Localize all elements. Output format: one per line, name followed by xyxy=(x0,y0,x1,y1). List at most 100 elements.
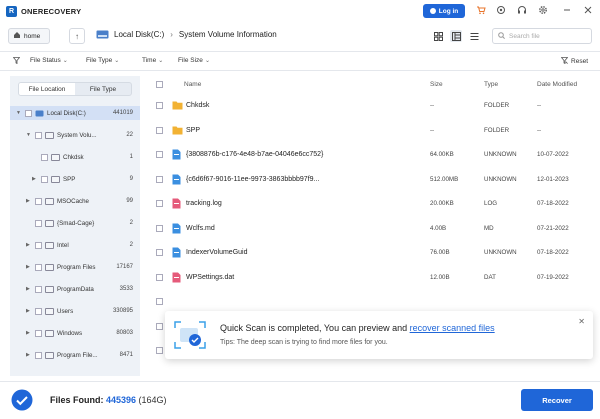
breadcrumb: Local Disk(C:) › System Volume Informati… xyxy=(96,30,277,39)
toast-close-icon[interactable]: ✕ xyxy=(578,317,585,326)
close-icon[interactable] xyxy=(583,5,593,15)
search-input[interactable] xyxy=(509,32,589,40)
tree-item-programdata[interactable]: ▶ ProgramData 3533 xyxy=(10,282,140,296)
row-checkbox[interactable] xyxy=(156,249,163,256)
folder-icon xyxy=(45,131,54,139)
checkbox[interactable] xyxy=(35,197,42,205)
status-bar: Files Found: 445396 (164G) Recover xyxy=(0,381,600,419)
checkbox[interactable] xyxy=(35,285,42,293)
filter-file-type[interactable]: File Type ⌄ xyxy=(86,57,119,64)
reset-button[interactable]: Reset xyxy=(560,57,588,66)
checkbox[interactable] xyxy=(25,109,32,117)
tab-file-type[interactable]: File Type xyxy=(75,83,131,95)
table-row[interactable]: WPSettings.dat 12.00B DAT 07-19-2022 xyxy=(146,266,600,291)
reset-label: Reset xyxy=(571,58,588,65)
tree-item-system-volume[interactable]: ▼ System Volu... 22 xyxy=(10,128,140,142)
row-checkbox[interactable] xyxy=(156,273,163,281)
settings-icon[interactable] xyxy=(538,5,548,15)
breadcrumb-item-disk[interactable]: Local Disk(C:) xyxy=(114,30,164,39)
tree-item-label: SPP xyxy=(63,175,76,183)
up-button[interactable]: ↑ xyxy=(69,28,85,44)
tree-item-label: Chkdsk xyxy=(63,153,84,161)
tree-item-smad-cage[interactable]: {Smad-Cage} 2 xyxy=(10,216,140,230)
tab-file-location[interactable]: File Location xyxy=(19,83,75,95)
row-checkbox[interactable] xyxy=(156,126,163,134)
checkbox[interactable] xyxy=(35,307,42,315)
list-view-icon[interactable] xyxy=(468,30,480,42)
file-size: -- xyxy=(430,102,435,109)
table-row[interactable]: {3808876b-c176-4e48-b7ae-04046e6cc752} 6… xyxy=(146,143,600,168)
table-row[interactable]: tracking.log 20.00KB LOG 07-18-2022 xyxy=(146,192,600,217)
file-name: IndexerVolumeGuid xyxy=(186,249,248,256)
row-checkbox[interactable] xyxy=(156,347,163,354)
reset-icon xyxy=(560,57,569,66)
column-name[interactable]: Name xyxy=(184,81,201,88)
checkbox[interactable] xyxy=(35,131,42,139)
caret-right-icon: ▶ xyxy=(26,330,30,336)
tree-item-label: Local Disk(C:) xyxy=(47,109,86,117)
checkbox[interactable] xyxy=(35,241,42,249)
breadcrumb-item-folder[interactable]: System Volume Information xyxy=(179,30,277,39)
row-checkbox[interactable] xyxy=(156,224,163,232)
tree-item-local-disk[interactable]: ▼ Local Disk(C:) 441019 xyxy=(10,106,140,120)
checkbox[interactable] xyxy=(35,263,42,271)
column-type[interactable]: Type xyxy=(484,81,498,88)
tree-item-program-files-x86[interactable]: ▶ Program File... 8471 xyxy=(10,348,140,362)
table-row[interactable]: IndexerVolumeGuid 76.00B UNKNOWN 07-18-2… xyxy=(146,241,600,266)
cart-icon[interactable] xyxy=(476,5,486,15)
file-icon xyxy=(172,149,181,160)
headset-icon[interactable] xyxy=(517,5,527,15)
table-row[interactable]: {c6d6f67-9016-11ee-9973-3863bbbb97f9... … xyxy=(146,168,600,193)
detail-view-icon[interactable] xyxy=(450,30,462,42)
refresh-icon[interactable] xyxy=(496,5,506,15)
recover-button[interactable]: Recover xyxy=(521,389,593,411)
row-checkbox[interactable] xyxy=(156,151,163,158)
filter-time[interactable]: Time ⌄ xyxy=(142,57,163,64)
checkbox[interactable] xyxy=(35,329,42,337)
table-row[interactable]: Chkdsk -- FOLDER -- xyxy=(146,94,600,119)
minimize-icon[interactable] xyxy=(562,5,572,15)
login-button[interactable]: Log in xyxy=(423,4,465,18)
checkbox[interactable] xyxy=(41,175,48,183)
checkbox[interactable] xyxy=(35,351,42,359)
tree-item-chkdsk[interactable]: Chkdsk 1 xyxy=(10,150,140,164)
grid-view-icon[interactable] xyxy=(432,30,444,42)
table-row[interactable]: Wclfs.md 4.00B MD 07-21-2022 xyxy=(146,217,600,242)
recover-scanned-files-link[interactable]: recover scanned files xyxy=(410,323,495,333)
select-all-checkbox[interactable] xyxy=(156,81,163,88)
app-logo: R ONERECOVERY xyxy=(6,5,81,17)
row-checkbox[interactable] xyxy=(156,322,163,330)
filter-file-size[interactable]: File Size ⌄ xyxy=(178,57,210,64)
tree-item-count: 17167 xyxy=(116,264,133,270)
file-type: FOLDER xyxy=(484,102,510,109)
file-name: {3808876b-c176-4e48-b7ae-04046e6cc752} xyxy=(186,151,324,158)
tree-item-program-files[interactable]: ▶ Program Files 17167 xyxy=(10,260,140,274)
files-found-size: (164G) xyxy=(136,395,167,405)
tree-item-spp[interactable]: ▶ SPP 9 xyxy=(10,172,140,186)
table-row[interactable]: SPP -- FOLDER -- xyxy=(146,119,600,144)
filter-file-status[interactable]: File Status ⌄ xyxy=(30,57,68,64)
file-size: 12.00B xyxy=(430,273,450,281)
row-checkbox[interactable] xyxy=(156,298,163,305)
user-icon xyxy=(429,8,436,14)
checkbox[interactable] xyxy=(41,153,48,161)
search-icon xyxy=(498,31,505,41)
tree-item-windows[interactable]: ▶ Windows 80803 xyxy=(10,326,140,340)
checkbox[interactable] xyxy=(35,219,42,227)
file-icon xyxy=(172,247,181,258)
file-name: Wclfs.md xyxy=(186,224,215,232)
file-type: MD xyxy=(484,224,494,232)
home-button[interactable]: home xyxy=(8,28,50,44)
tree-item-users[interactable]: ▶ Users 330895 xyxy=(10,304,140,318)
row-checkbox[interactable] xyxy=(156,175,163,183)
row-checkbox[interactable] xyxy=(156,102,163,109)
tree-item-msocache[interactable]: ▶ MSOCache 99 xyxy=(10,194,140,208)
tree-item-intel[interactable]: ▶ Intel 2 xyxy=(10,238,140,252)
file-type: UNKNOWN xyxy=(484,249,517,256)
column-size[interactable]: Size xyxy=(430,81,443,88)
row-checkbox[interactable] xyxy=(156,200,163,207)
column-date-modified[interactable]: Date Modified xyxy=(537,81,577,88)
file-name: Chkdsk xyxy=(186,102,210,109)
file-date: 07-21-2022 xyxy=(537,224,569,232)
tree-item-label: Intel xyxy=(57,241,69,249)
